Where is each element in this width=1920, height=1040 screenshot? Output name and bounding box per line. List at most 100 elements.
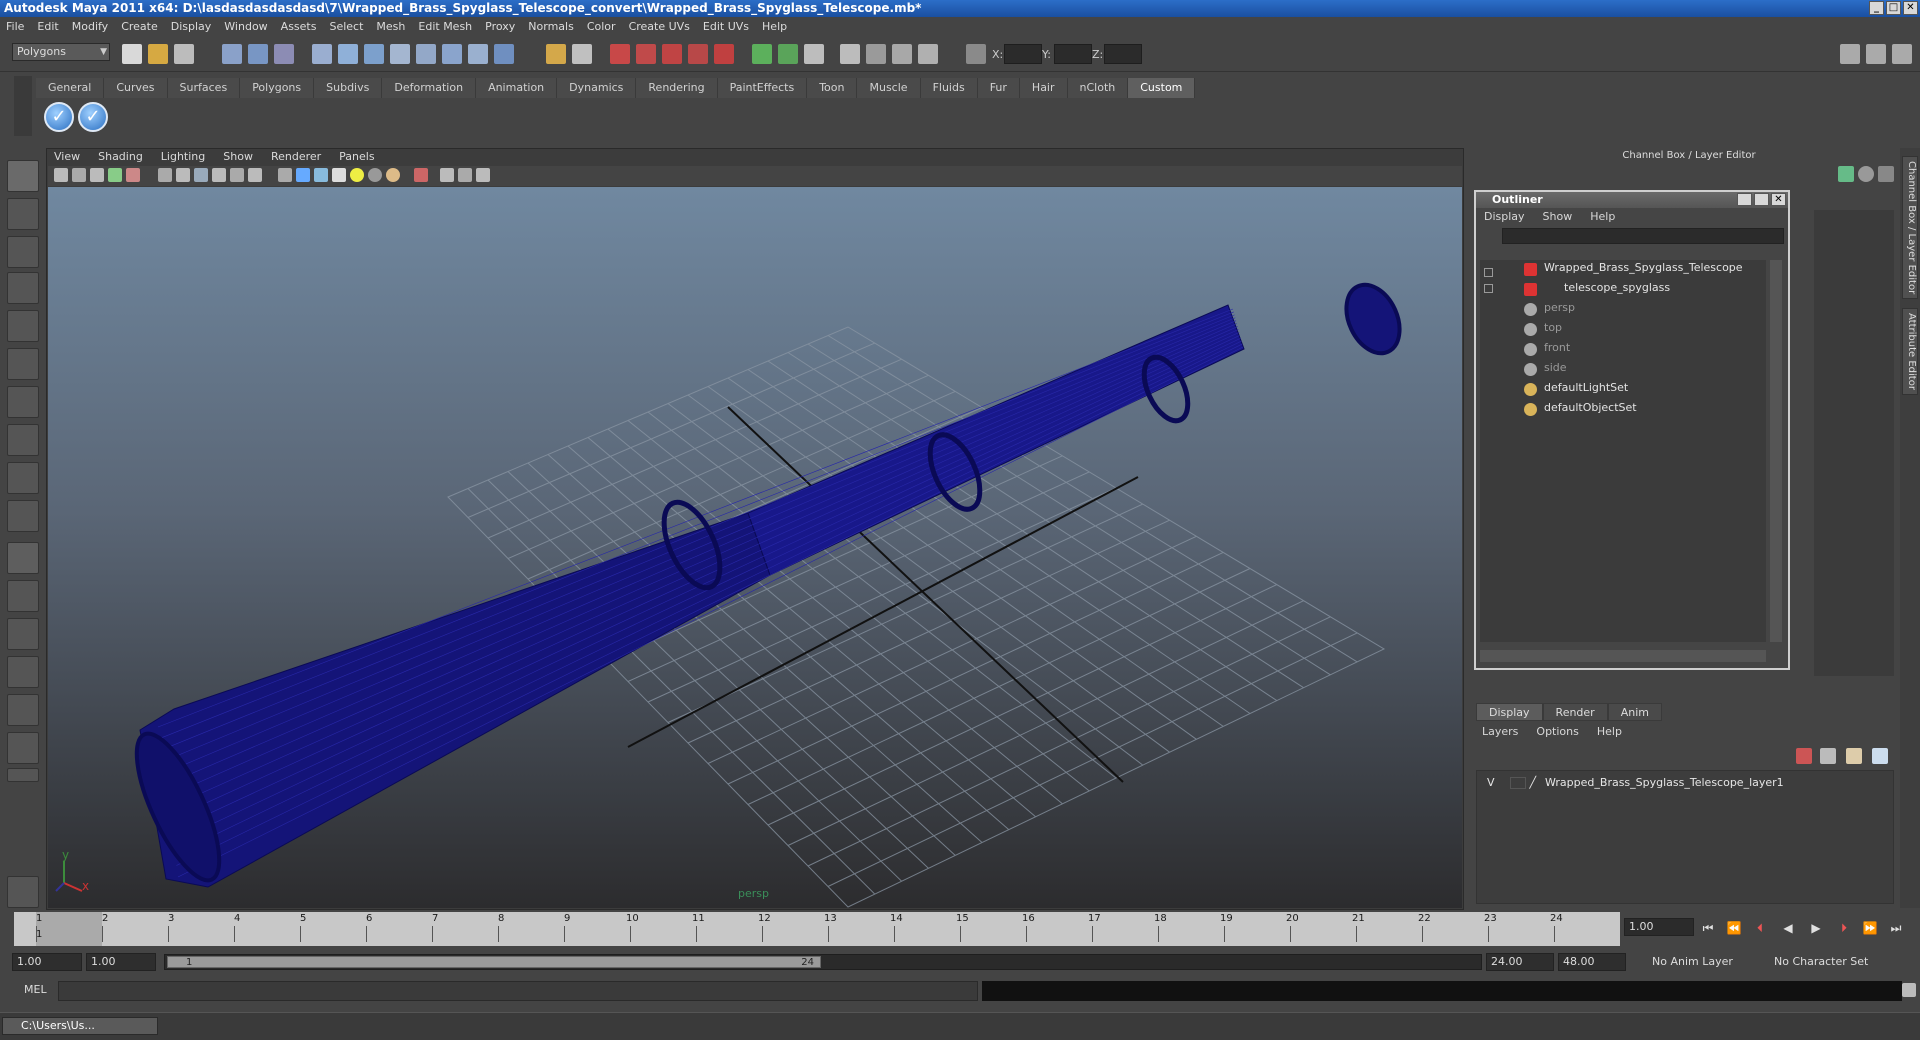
safe-action-icon[interactable] <box>248 168 262 182</box>
input-ops-icon[interactable] <box>752 44 772 64</box>
outliner-horizontal-scrollbar[interactable] <box>1480 650 1766 662</box>
y-coord-field[interactable] <box>1054 44 1092 64</box>
shelf-tab-hair[interactable]: Hair <box>1019 78 1068 98</box>
viewport-menu-lighting[interactable]: Lighting <box>161 149 205 165</box>
menu-mesh[interactable]: Mesh <box>376 20 405 33</box>
show-manipulator-icon[interactable] <box>7 462 39 494</box>
menu-window[interactable]: Window <box>224 20 267 33</box>
scene-canvas[interactable]: y x <box>48 187 1462 908</box>
menu-assets[interactable]: Assets <box>281 20 317 33</box>
select-by-dynamics-icon[interactable] <box>442 44 462 64</box>
help-query-icon[interactable] <box>494 44 514 64</box>
select-by-curve-icon[interactable] <box>364 44 384 64</box>
layer-menu-help[interactable]: Help <box>1597 724 1622 740</box>
layer-playback-toggle[interactable] <box>1510 777 1527 789</box>
play-backwards-icon[interactable]: ◀ <box>1778 920 1798 936</box>
playback-end-field[interactable]: 24.00 <box>1486 953 1554 971</box>
command-language-label[interactable]: MEL <box>24 983 47 996</box>
image-plane-icon[interactable] <box>108 168 122 182</box>
select-by-joint-icon[interactable] <box>338 44 358 64</box>
new-layer-selected-icon[interactable] <box>1820 748 1836 764</box>
shelf-tab-animation[interactable]: Animation <box>476 78 558 98</box>
bookmarks-icon[interactable] <box>90 168 104 182</box>
toggle-attribute-editor-icon[interactable] <box>1840 44 1860 64</box>
side-tab-attribute-editor[interactable]: Attribute Editor <box>1902 308 1918 395</box>
paint-select-tool-icon[interactable] <box>7 236 39 268</box>
snap-view-plane-icon[interactable] <box>688 44 708 64</box>
outliner-item[interactable]: top <box>1544 320 1562 336</box>
make-live-icon[interactable] <box>714 44 734 64</box>
lasso-tool-icon[interactable] <box>7 198 39 230</box>
layer-tab-anim[interactable]: Anim <box>1607 703 1662 721</box>
high-quality-icon[interactable] <box>386 168 400 182</box>
layer-menu-options[interactable]: Options <box>1536 724 1578 740</box>
shelf-menu-handle[interactable] <box>14 76 32 136</box>
universal-manipulator-icon[interactable] <box>7 386 39 418</box>
open-scene-icon[interactable] <box>148 44 168 64</box>
step-back-frame-icon[interactable]: ⏪ <box>1724 920 1744 936</box>
shelf-checkmark-icon[interactable]: ✓ <box>44 102 74 132</box>
layer-row[interactable]: V ╱ Wrapped_Brass_Spyglass_Telescope_lay… <box>1487 775 1784 791</box>
shelf-tab-toon[interactable]: Toon <box>807 78 858 98</box>
menu-display[interactable]: Display <box>171 20 212 33</box>
highlight-selection-icon[interactable] <box>572 44 592 64</box>
step-forward-key-icon[interactable]: ⏵ <box>1834 920 1854 936</box>
shelf-tab-deformation[interactable]: Deformation <box>382 78 477 98</box>
outliner-item[interactable]: telescope_spyglass <box>1564 280 1670 296</box>
menu-proxy[interactable]: Proxy <box>485 20 515 33</box>
resolution-gate-icon[interactable] <box>194 168 208 182</box>
layer-menu-layers[interactable]: Layers <box>1482 724 1518 740</box>
outliner-search-input[interactable] <box>1502 228 1784 244</box>
transform-mode-icon[interactable] <box>966 44 986 64</box>
outliner-close-button[interactable]: ✕ <box>1771 193 1786 206</box>
telescope-wireframe[interactable] <box>121 276 1410 890</box>
viewport-menu-show[interactable]: Show <box>223 149 253 165</box>
snap-curve-icon[interactable] <box>636 44 656 64</box>
render-frame-icon[interactable] <box>866 44 886 64</box>
shelf-tab-surfaces[interactable]: Surfaces <box>167 78 241 98</box>
outliner-item[interactable]: defaultObjectSet <box>1544 400 1637 416</box>
shelf-tab-subdivs[interactable]: Subdivs <box>314 78 383 98</box>
menu-create[interactable]: Create <box>121 20 158 33</box>
layout-options-icon[interactable] <box>7 768 39 782</box>
use-all-lights-icon[interactable] <box>350 168 364 182</box>
toggle-tool-settings-icon[interactable] <box>1866 44 1886 64</box>
camera-attributes-icon[interactable] <box>72 168 86 182</box>
viewport-menu-panels[interactable]: Panels <box>339 149 374 165</box>
menu-color[interactable]: Color <box>587 20 616 33</box>
snap-grid-icon[interactable] <box>610 44 630 64</box>
shelf-tab-ncloth[interactable]: nCloth <box>1067 78 1129 98</box>
script-editor-icon[interactable] <box>1902 983 1916 997</box>
menu-file[interactable]: File <box>6 20 24 33</box>
single-pane-layout-icon[interactable] <box>7 542 39 574</box>
persp-graph-layout-icon[interactable] <box>7 732 39 764</box>
outliner-maximize-button[interactable] <box>1754 193 1769 206</box>
shelf-tab-custom[interactable]: Custom <box>1128 78 1196 98</box>
field-chart-icon[interactable] <box>230 168 244 182</box>
outliner-persp-layout-icon[interactable] <box>7 618 39 650</box>
select-by-deformation-icon[interactable] <box>416 44 436 64</box>
taskbar-item[interactable]: C:\Users\Us... <box>2 1017 158 1035</box>
playback-start-field[interactable]: 1.00 <box>86 953 156 971</box>
select-by-rendering-icon[interactable] <box>468 44 488 64</box>
outliner-menu-display[interactable]: Display <box>1484 208 1525 226</box>
channel-pin-icon[interactable] <box>1878 166 1894 182</box>
close-button[interactable]: ✕ <box>1903 1 1918 15</box>
layer-color-swatch[interactable]: ╱ <box>1530 775 1542 791</box>
minimize-button[interactable]: _ <box>1869 1 1884 15</box>
camera-icon[interactable] <box>54 168 68 182</box>
layer-tab-render[interactable]: Render <box>1542 703 1608 721</box>
viewport-menu-renderer[interactable]: Renderer <box>271 149 321 165</box>
graph-persp-layout-icon[interactable] <box>7 656 39 688</box>
new-scene-icon[interactable] <box>122 44 142 64</box>
step-forward-frame-icon[interactable]: ⏩ <box>1860 920 1880 936</box>
outliner-item[interactable]: side <box>1544 360 1567 376</box>
expand-icon[interactable] <box>1484 284 1493 293</box>
render-icon[interactable] <box>7 876 39 908</box>
outliner-item[interactable]: front <box>1544 340 1570 356</box>
wireframe-icon[interactable] <box>278 168 292 182</box>
lock-selection-icon[interactable] <box>546 44 566 64</box>
anim-layer-selector[interactable]: No Anim Layer <box>1648 953 1768 971</box>
shelf-tab-painteffects[interactable]: PaintEffects <box>717 78 808 98</box>
two-d-pan-zoom-icon[interactable] <box>126 168 140 182</box>
